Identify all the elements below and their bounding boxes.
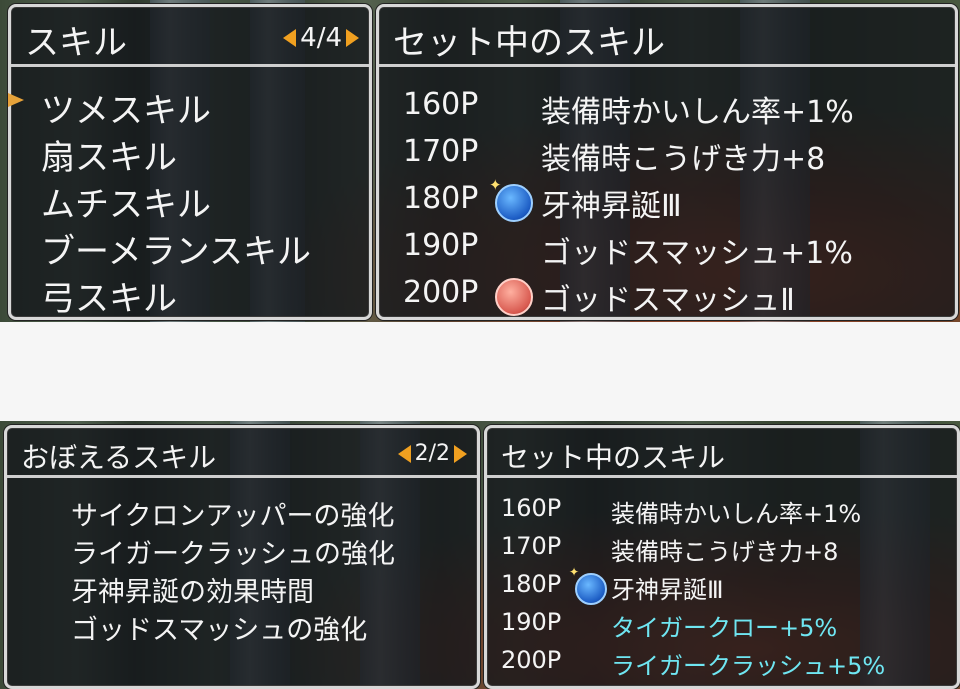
- skill-points: 180P: [501, 570, 562, 598]
- red-skill-icon: [495, 278, 533, 316]
- learnable-skill-item[interactable]: ライガークラッシュの強化: [71, 532, 395, 571]
- learnable-skill-item[interactable]: サイクロンアッパーの強化: [71, 494, 394, 533]
- skill-points: 160P: [501, 494, 562, 522]
- bottom-screenshot: おぼえるスキル 2/2 サイクロンアッパーの強化 ライガークラッシュの強化 牙神昇誕…: [0, 421, 960, 689]
- skill-points: 200P: [501, 646, 562, 674]
- blue-skill-icon: [575, 573, 607, 605]
- skill-row[interactable]: 180P ✦ 牙神昇誕Ⅲ: [379, 176, 955, 228]
- skill-points: 180P: [403, 181, 479, 216]
- window-title: セット中のスキル: [393, 23, 665, 63]
- skill-name: 装備時かいしん率+1%: [541, 95, 854, 130]
- skill-row[interactable]: 200P ゴッドスマッシュⅡ: [379, 275, 955, 322]
- skill-points: 170P: [501, 532, 562, 560]
- skill-list-window: スキル 4/4 ツメスキル 扇スキル ムチスキル ブーメランスキル 弓スキル: [8, 4, 372, 320]
- page-number: 4/4: [300, 23, 342, 53]
- skill-points: 200P: [403, 275, 479, 310]
- learnable-skills-window: おぼえるスキル 2/2 サイクロンアッパーの強化 ライガークラッシュの強化 牙神昇誕…: [4, 425, 480, 689]
- learnable-skill-item[interactable]: ゴッドスマッシュの強化: [71, 608, 367, 647]
- skill-list-item[interactable]: 扇スキル: [41, 130, 177, 179]
- equipped-skills-title-bar: セット中のスキル: [487, 428, 957, 478]
- page-prev-arrow-icon[interactable]: [283, 29, 297, 47]
- sparkle-icon: ✦: [569, 565, 580, 579]
- window-title: スキル: [25, 23, 127, 63]
- skill-list-item[interactable]: ツメスキル: [41, 83, 211, 132]
- skill-points: 190P: [403, 228, 479, 263]
- skill-row[interactable]: 200P ライガークラッシュ+5%: [487, 646, 957, 684]
- skill-list-item[interactable]: 弓スキル: [41, 271, 177, 320]
- page-next-arrow-icon[interactable]: [346, 29, 359, 47]
- skill-row[interactable]: 190P ゴッドスマッシュ+1%: [379, 228, 955, 275]
- skill-name: 牙神昇誕Ⅲ: [541, 189, 682, 224]
- skill-name: 装備時こうげき力+8: [611, 538, 839, 566]
- top-screenshot: スキル 4/4 ツメスキル 扇スキル ムチスキル ブーメランスキル 弓スキル セット中の…: [0, 0, 960, 322]
- skill-name: タイガークロー+5%: [611, 614, 838, 642]
- equipped-skills-title-bar: セット中のスキル: [379, 7, 955, 67]
- skill-name: ゴッドスマッシュ+1%: [541, 236, 853, 271]
- page-indicator[interactable]: 4/4: [283, 23, 359, 53]
- equipped-skills-window: セット中のスキル 160P 装備時かいしん率+1% 170P 装備時こうげき力+8 18…: [484, 425, 960, 689]
- skill-points: 190P: [501, 608, 562, 636]
- skill-name: ライガークラッシュ+5%: [611, 652, 886, 680]
- skill-points: 160P: [403, 87, 479, 122]
- skill-list-item[interactable]: ブーメランスキル: [41, 224, 311, 273]
- page-prev-arrow-icon[interactable]: [397, 444, 411, 463]
- learnable-skill-item[interactable]: 牙神昇誕の効果時間: [71, 570, 314, 609]
- skill-row[interactable]: 170P 装備時こうげき力+8: [487, 532, 957, 570]
- divider-gap: [0, 322, 960, 421]
- page-indicator[interactable]: 2/2: [397, 441, 467, 466]
- skill-row[interactable]: 190P タイガークロー+5%: [487, 608, 957, 646]
- learnable-skills-title-bar: おぼえるスキル 2/2: [7, 428, 477, 478]
- skill-name: 装備時かいしん率+1%: [611, 500, 862, 528]
- skill-row[interactable]: 160P 装備時かいしん率+1%: [379, 87, 955, 134]
- skill-row[interactable]: 160P 装備時かいしん率+1%: [487, 494, 957, 532]
- sparkle-icon: ✦: [489, 176, 502, 194]
- window-title: おぼえるスキル: [21, 441, 217, 474]
- skill-name: 装備時こうげき力+8: [541, 142, 826, 177]
- skill-points: 170P: [403, 134, 479, 169]
- page-number: 2/2: [414, 441, 450, 466]
- skill-list-title-bar: スキル 4/4: [11, 7, 369, 67]
- page-next-arrow-icon[interactable]: [454, 444, 467, 463]
- skill-name: 牙神昇誕Ⅲ: [611, 576, 724, 604]
- equipped-skills-window: セット中のスキル 160P 装備時かいしん率+1% 170P 装備時こうげき力+8 18…: [376, 4, 958, 320]
- selection-cursor-icon: [8, 93, 24, 107]
- window-title: セット中のスキル: [501, 441, 726, 474]
- skill-list-item[interactable]: ムチスキル: [41, 177, 211, 226]
- skill-row[interactable]: 180P ✦ 牙神昇誕Ⅲ: [487, 565, 957, 608]
- skill-row[interactable]: 170P 装備時こうげき力+8: [379, 134, 955, 181]
- skill-name: ゴッドスマッシュⅡ: [541, 283, 795, 318]
